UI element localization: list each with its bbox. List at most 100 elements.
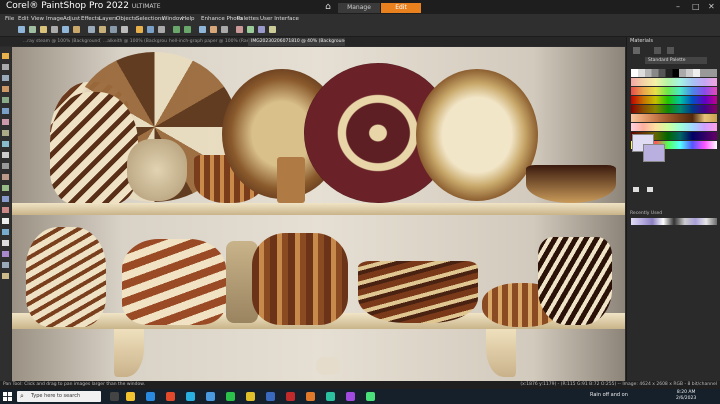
document-tab-active[interactable]: IMG20230206071810 @ 40% (Background) — [248, 38, 345, 46]
toolbar-icon[interactable] — [147, 26, 154, 33]
rainbow-icon[interactable] — [667, 47, 674, 54]
pen-tool-icon[interactable] — [2, 262, 9, 268]
shape-tool-icon[interactable] — [2, 251, 9, 257]
toolbar-icon[interactable] — [221, 26, 228, 33]
system-clock[interactable]: 8:20 AM 2/6/2023 — [676, 390, 696, 402]
app-icon[interactable] — [246, 392, 255, 401]
manage-tab[interactable]: Manage — [338, 3, 380, 13]
task-view-icon[interactable] — [110, 392, 119, 401]
toolbar-icon[interactable] — [258, 26, 265, 33]
zoom-tool-icon[interactable] — [2, 64, 9, 70]
menu-adjust[interactable]: Adjust — [63, 16, 80, 22]
palette-select[interactable]: Standard Palette — [645, 57, 707, 64]
eraser-icon[interactable] — [2, 218, 9, 224]
app-brand: Corel® PaintShop Pro 2022 ULTIMATE — [6, 1, 161, 11]
redo-icon[interactable] — [184, 26, 191, 33]
toolbar-icon[interactable] — [18, 26, 25, 33]
toolbar-icon[interactable] — [29, 26, 36, 33]
toolbar-icon[interactable] — [73, 26, 80, 33]
swatches-icon[interactable] — [654, 47, 661, 54]
spiral-vase — [538, 237, 612, 325]
pan-tool-icon[interactable] — [2, 53, 9, 59]
undo-icon[interactable] — [173, 26, 180, 33]
text-tool-icon[interactable] — [2, 240, 9, 246]
toolbar-icon[interactable] — [88, 26, 95, 33]
toolbar-icon[interactable] — [199, 26, 206, 33]
toolbar-icon[interactable] — [99, 26, 106, 33]
weather-widget[interactable]: Rain off and on — [590, 392, 628, 398]
app-icon[interactable] — [186, 392, 195, 401]
file-explorer-icon[interactable] — [126, 392, 135, 401]
paint-brush-icon[interactable] — [2, 174, 9, 180]
pick-tool-icon[interactable] — [2, 75, 9, 81]
toolbar-icon[interactable] — [136, 26, 143, 33]
airbrush-icon[interactable] — [2, 185, 9, 191]
paintshop-pro-taskbar-icon[interactable] — [306, 392, 315, 401]
transparent-icon[interactable] — [647, 187, 653, 192]
selection-tool-icon[interactable] — [2, 86, 9, 92]
app-icon[interactable] — [206, 392, 215, 401]
toolbar-icon[interactable] — [158, 26, 165, 33]
menu-layers[interactable]: Layers — [99, 16, 117, 22]
fill-icon[interactable] — [2, 229, 9, 235]
home-icon[interactable]: ⌂ — [323, 2, 333, 12]
straighten-tool-icon[interactable] — [2, 108, 9, 114]
tools-toolbar — [0, 47, 11, 381]
object-remover-icon[interactable] — [2, 163, 9, 169]
toolbar-icon[interactable] — [210, 26, 217, 33]
app-icon[interactable] — [366, 392, 375, 401]
close-button[interactable]: ✕ — [708, 2, 715, 11]
toolbar-icon[interactable] — [40, 26, 47, 33]
minimize-button[interactable]: – — [676, 2, 680, 11]
zigzag-bowl — [122, 239, 226, 325]
document-tab[interactable]: hell-inch-graph paper @ 100% (Raster 1) — [166, 38, 249, 46]
menu-enhance-photo[interactable]: Enhance Photo — [201, 16, 242, 22]
menu-file[interactable]: File — [5, 16, 14, 22]
app-icon[interactable] — [286, 392, 295, 401]
taskbar-search[interactable]: ⌕ Type here to search — [17, 391, 101, 402]
document-tab[interactable]: ...alkeith @ 100% (Background) — [100, 38, 167, 46]
red-eye-tool-icon[interactable] — [2, 119, 9, 125]
menu-objects[interactable]: Objects — [116, 16, 137, 22]
carved-figure — [277, 157, 305, 203]
makeover-tool-icon[interactable] — [2, 130, 9, 136]
dodge-icon[interactable] — [2, 207, 9, 213]
swap-colors-icon[interactable] — [633, 187, 639, 192]
app-icon[interactable] — [166, 392, 175, 401]
menu-view[interactable]: View — [31, 16, 44, 22]
app-icon[interactable] — [346, 392, 355, 401]
app-icon[interactable] — [266, 392, 275, 401]
edge-icon[interactable] — [146, 392, 155, 401]
scratch-remover-icon[interactable] — [2, 152, 9, 158]
menu-selections[interactable]: Selections — [136, 16, 164, 22]
toolbar-icon[interactable] — [247, 26, 254, 33]
toolbar-icon[interactable] — [110, 26, 117, 33]
crop-tool-icon[interactable] — [2, 97, 9, 103]
frame-icon[interactable] — [633, 47, 640, 54]
toolbar-icon[interactable] — [51, 26, 58, 33]
clone-tool-icon[interactable] — [2, 141, 9, 147]
app-icon[interactable] — [226, 392, 235, 401]
toolbar-icon[interactable] — [269, 26, 276, 33]
toolbar-icon[interactable] — [121, 26, 128, 33]
menu-window[interactable]: Window — [162, 16, 184, 22]
lighten-darken-icon[interactable] — [2, 196, 9, 202]
edit-tab[interactable]: Edit — [381, 3, 421, 13]
maximize-button[interactable]: □ — [692, 2, 700, 11]
warp-brush-icon[interactable] — [2, 273, 9, 279]
document-tab[interactable]: ...ray steam @ 100% (Background) — [20, 38, 101, 46]
menu-effects[interactable]: Effects — [81, 16, 100, 22]
recent-colors[interactable] — [631, 218, 717, 225]
app-icon[interactable] — [326, 392, 335, 401]
menu-palettes[interactable]: Palettes — [237, 16, 259, 22]
menu-image[interactable]: Image — [46, 16, 63, 22]
windows-start-icon[interactable] — [3, 392, 12, 401]
menu-edit[interactable]: Edit — [18, 16, 29, 22]
image-canvas[interactable] — [12, 47, 625, 381]
toolbar-icon[interactable] — [236, 26, 243, 33]
background-color-swatch[interactable] — [643, 144, 665, 162]
menu-help[interactable]: Help — [182, 16, 195, 22]
menu-user-interface[interactable]: User Interface — [260, 16, 299, 22]
toolbar-icon[interactable] — [62, 26, 69, 33]
wall-plug — [316, 357, 340, 375]
